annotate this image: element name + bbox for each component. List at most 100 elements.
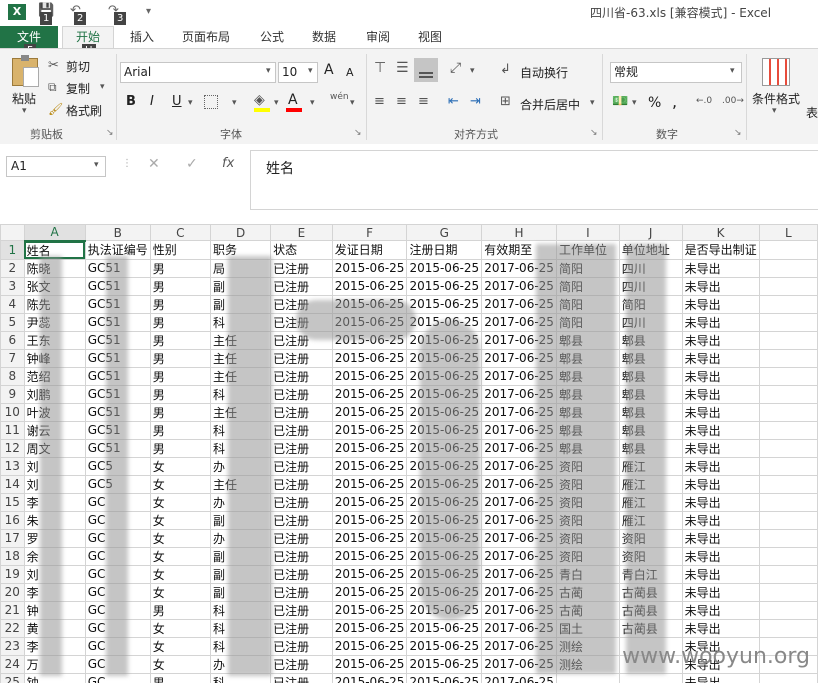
cell[interactable]: 女 xyxy=(149,654,211,674)
cell[interactable]: 2015-06-25 xyxy=(406,654,483,674)
merge-center-button[interactable]: 合并后居中 xyxy=(520,96,580,113)
cell[interactable]: 男 xyxy=(149,672,211,683)
row-header[interactable]: 7 xyxy=(0,348,25,368)
cell[interactable]: 未导出 xyxy=(681,294,760,314)
row-header[interactable]: 3 xyxy=(0,276,25,296)
row-header[interactable]: 15 xyxy=(0,492,25,512)
column-header-k[interactable]: K xyxy=(681,224,760,241)
tab-insert[interactable]: 插入 xyxy=(130,26,154,48)
cell[interactable]: 男 xyxy=(149,348,211,368)
cell[interactable]: 未导出 xyxy=(681,366,760,386)
row-header[interactable]: 13 xyxy=(0,456,25,476)
cell[interactable]: 女 xyxy=(149,564,211,584)
cell[interactable]: 男 xyxy=(149,402,211,422)
cell[interactable]: 2015-06-25 xyxy=(331,492,408,512)
cell[interactable]: 女 xyxy=(149,582,211,602)
cell[interactable] xyxy=(758,600,818,620)
decrease-decimal-icon[interactable]: .00→ xyxy=(722,96,744,106)
align-right-icon[interactable]: ≡ xyxy=(418,94,429,109)
cell[interactable] xyxy=(758,474,818,494)
cell[interactable]: 2015-06-25 xyxy=(331,348,408,368)
row-header[interactable]: 2 xyxy=(0,258,25,278)
cell[interactable]: 女 xyxy=(149,492,211,512)
cell[interactable]: 男 xyxy=(149,276,211,296)
cell[interactable]: 未导出 xyxy=(681,384,760,404)
cell[interactable]: 未导出 xyxy=(681,438,760,458)
increase-decimal-icon[interactable]: ←.0 xyxy=(696,96,712,106)
cell[interactable]: 2015-06-25 xyxy=(406,276,483,296)
cell[interactable]: 未导出 xyxy=(681,582,760,602)
cell[interactable]: 2015-06-25 xyxy=(406,636,483,656)
font-name-dropdown-icon[interactable]: ▾ xyxy=(266,66,271,76)
name-box[interactable]: A1 xyxy=(6,156,106,177)
cell[interactable]: 2017-06-25 xyxy=(481,672,557,683)
cell[interactable]: 未导出 xyxy=(681,528,760,548)
cell[interactable]: 已注册 xyxy=(270,258,333,278)
enter-icon[interactable]: ✓ xyxy=(186,156,198,172)
row-header[interactable]: 12 xyxy=(0,438,25,458)
align-middle-icon[interactable]: ☰ xyxy=(396,60,409,76)
cell[interactable]: 已注册 xyxy=(270,582,333,602)
cell[interactable]: 发证日期 xyxy=(331,240,408,260)
cell[interactable]: 男 xyxy=(149,384,211,404)
clipboard-launcher-icon[interactable]: ↘ xyxy=(106,128,114,138)
cell[interactable] xyxy=(758,492,818,512)
cut-button[interactable]: 剪切 xyxy=(66,58,90,75)
font-launcher-icon[interactable]: ↘ xyxy=(354,128,362,138)
cell[interactable]: 已注册 xyxy=(270,474,333,494)
cell[interactable]: 2015-06-25 xyxy=(406,618,483,638)
cell[interactable]: 女 xyxy=(149,546,211,566)
cell[interactable]: 男 xyxy=(149,366,211,386)
cell[interactable]: 未导出 xyxy=(681,510,760,530)
cell[interactable]: 2015-06-25 xyxy=(331,564,408,584)
increase-indent-icon[interactable]: ⇥ xyxy=(470,94,481,109)
column-header-e[interactable]: E xyxy=(270,224,333,241)
row-header[interactable]: 10 xyxy=(0,402,25,422)
accounting-format-icon[interactable]: 💵 xyxy=(612,94,628,109)
cell[interactable]: 2015-06-25 xyxy=(331,672,408,683)
cell[interactable]: 性别 xyxy=(149,240,211,260)
column-header-h[interactable]: H xyxy=(481,224,557,241)
tab-page-layout[interactable]: 页面布局 xyxy=(182,26,230,48)
cell[interactable] xyxy=(758,294,818,314)
accounting-dropdown-icon[interactable]: ▾ xyxy=(632,98,637,108)
cell[interactable]: 未导出 xyxy=(681,276,760,296)
row-header[interactable]: 23 xyxy=(0,636,25,656)
row-header[interactable]: 11 xyxy=(0,420,25,440)
font-size-dropdown-icon[interactable]: ▾ xyxy=(308,66,313,76)
cell[interactable]: 已注册 xyxy=(270,672,333,683)
row-header[interactable]: 18 xyxy=(0,546,25,566)
column-header-b[interactable]: B xyxy=(84,224,151,241)
select-all-corner[interactable] xyxy=(0,224,25,241)
borders-dropdown-icon[interactable]: ▾ xyxy=(232,98,237,108)
cell[interactable]: 男 xyxy=(149,438,211,458)
copy-button[interactable]: 复制 xyxy=(66,80,90,97)
font-color-dropdown-icon[interactable]: ▾ xyxy=(310,98,315,108)
cell[interactable]: 男 xyxy=(149,294,211,314)
cell[interactable]: 已注册 xyxy=(270,528,333,548)
tab-data[interactable]: 数据 xyxy=(312,26,336,48)
cell[interactable]: 已注册 xyxy=(270,564,333,584)
cell[interactable] xyxy=(758,528,818,548)
underline-dropdown-icon[interactable]: ▾ xyxy=(188,98,193,108)
cell[interactable]: 2015-06-25 xyxy=(331,438,408,458)
cell[interactable]: 已注册 xyxy=(270,492,333,512)
number-format-select[interactable]: 常规 xyxy=(610,62,742,83)
cell[interactable]: 2015-06-25 xyxy=(331,600,408,620)
cell[interactable]: 未导出 xyxy=(681,420,760,440)
cell[interactable]: 已注册 xyxy=(270,654,333,674)
align-left-icon[interactable]: ≡ xyxy=(374,94,385,109)
orientation-icon[interactable]: ⤢ xyxy=(450,60,461,76)
decrease-indent-icon[interactable]: ⇤ xyxy=(448,94,459,109)
cell[interactable]: 2015-06-25 xyxy=(331,258,408,278)
column-header-i[interactable]: I xyxy=(555,224,620,241)
cell[interactable]: 已注册 xyxy=(270,456,333,476)
cell[interactable]: 2015-06-25 xyxy=(331,366,408,386)
cell[interactable]: 2015-06-25 xyxy=(331,582,408,602)
cell[interactable]: 已注册 xyxy=(270,384,333,404)
cell[interactable]: 2015-06-25 xyxy=(331,474,408,494)
cell[interactable]: 男 xyxy=(149,312,211,332)
cell[interactable]: 已注册 xyxy=(270,546,333,566)
cell[interactable]: 已注册 xyxy=(270,366,333,386)
column-header-j[interactable]: J xyxy=(618,224,683,241)
